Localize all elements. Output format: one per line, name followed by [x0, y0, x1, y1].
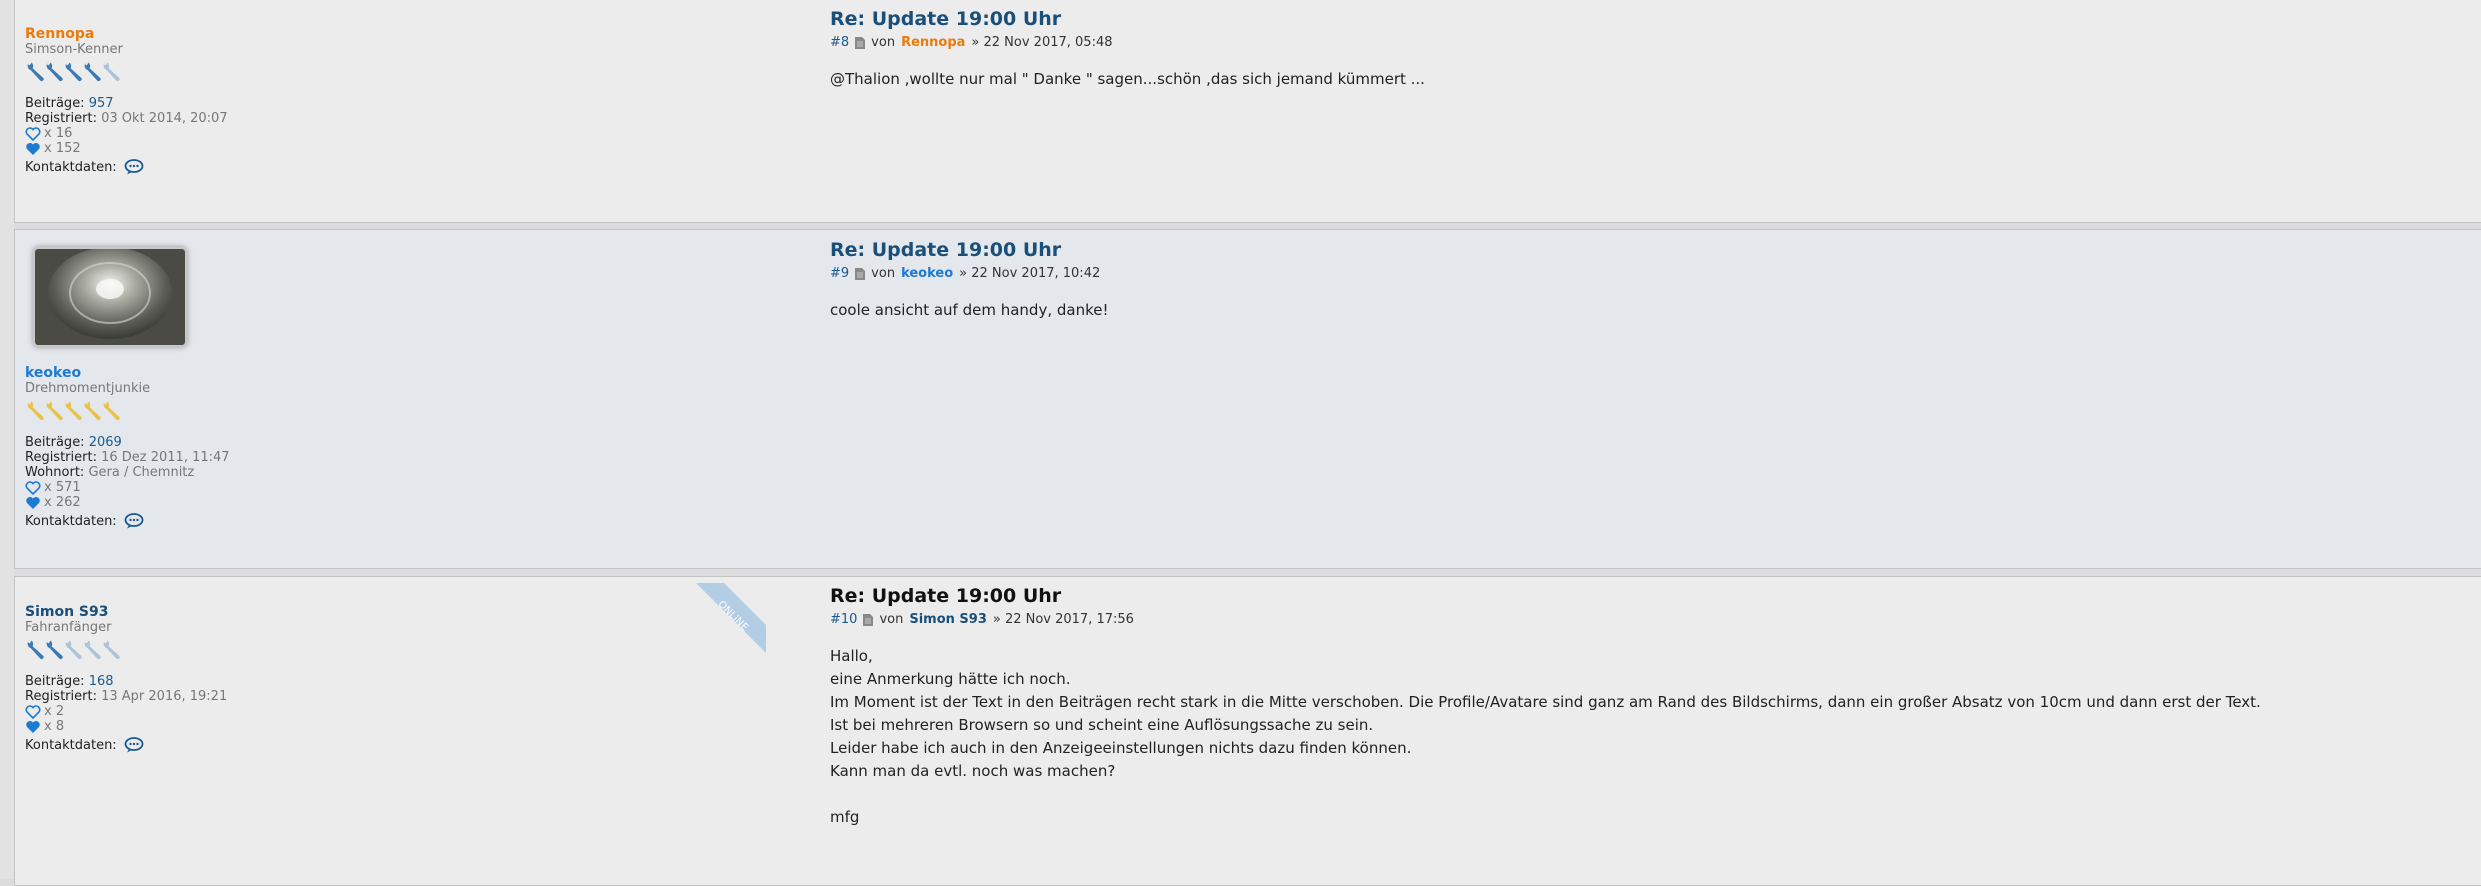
- stat-posts: Beiträge: 2069: [25, 435, 122, 450]
- post-profile-10: Simon S93 Fahranfänger Beiträge: 168 Reg…: [25, 604, 227, 753]
- user-rank: Drehmomentjunkie: [25, 381, 151, 396]
- user-rank: Fahranfänger: [25, 620, 112, 635]
- wrench-icon: [101, 399, 120, 423]
- wrench-icon: [44, 60, 63, 84]
- post-author-link[interactable]: Rennopa: [901, 35, 965, 50]
- stat-registered: Registriert: 03 Okt 2014, 20:07: [25, 111, 228, 126]
- heart-outline-icon: [25, 481, 41, 495]
- heart-outline-icon: [25, 705, 41, 719]
- avatar-image: [35, 249, 185, 345]
- wrench-icon: [25, 638, 44, 662]
- content-line: Ist bei mehreren Browsern so und scheint…: [830, 716, 1374, 734]
- likes-received: x 262: [25, 495, 230, 510]
- likes-received: x 152: [25, 141, 228, 156]
- post-date: » 22 Nov 2017, 17:56: [992, 612, 1134, 627]
- post-document-icon: [855, 37, 865, 49]
- post-meta: #8 von Rennopa » 22 Nov 2017, 05:48: [830, 35, 1113, 50]
- heart-solid-icon: [25, 720, 41, 734]
- chat-bubble-icon[interactable]: [124, 513, 144, 529]
- wrench-icon: [63, 638, 82, 662]
- post-profile-9: keokeo Drehmomentjunkie Beiträge: 2069 R…: [25, 247, 230, 529]
- post-document-icon: [863, 614, 873, 626]
- post-author-link[interactable]: keokeo: [901, 266, 953, 281]
- post-body-9: Re: Update 19:00 Uhr #9 von keokeo » 22 …: [830, 239, 1108, 322]
- wrench-icon: [101, 60, 120, 84]
- heart-solid-icon: [25, 142, 41, 156]
- post-content: Hallo, eine Anmerkung hätte ich noch. Im…: [830, 645, 2261, 829]
- content-line: mfg: [830, 808, 860, 826]
- post-body-10: Re: Update 19:00 Uhr #10 von Simon S93 »…: [830, 585, 2261, 829]
- post-9: [14, 229, 2481, 569]
- heart-outline-icon: [25, 127, 41, 141]
- post-title-link[interactable]: Re: Update 19:00 Uhr: [830, 8, 1061, 30]
- wrench-icon: [63, 399, 82, 423]
- post-number-link[interactable]: #8: [830, 35, 849, 50]
- post-author-link[interactable]: Simon S93: [909, 612, 987, 627]
- likes-given: x 571: [25, 480, 230, 495]
- stat-registered: Registriert: 16 Dez 2011, 11:47: [25, 450, 230, 465]
- online-ribbon: ONLINE: [696, 583, 766, 653]
- wrench-icon: [82, 60, 101, 84]
- wrench-icon: [25, 60, 44, 84]
- username-link[interactable]: Simon S93: [25, 604, 227, 620]
- contact-row: Kontaktdaten:: [25, 737, 227, 753]
- stat-posts: Beiträge: 168: [25, 674, 114, 689]
- posts-count-link[interactable]: 2069: [89, 435, 122, 450]
- posts-count-link[interactable]: 957: [89, 96, 114, 111]
- rank-wrenches: [25, 399, 230, 425]
- wrench-icon: [44, 638, 63, 662]
- chat-bubble-icon[interactable]: [124, 159, 144, 175]
- user-avatar[interactable]: [33, 247, 187, 347]
- post-number-link[interactable]: #9: [830, 266, 849, 281]
- likes-given: x 16: [25, 126, 228, 141]
- content-line: Hallo,: [830, 647, 873, 665]
- post-content: coole ansicht auf dem handy, danke!: [830, 301, 1109, 319]
- likes-received: x 8: [25, 719, 227, 734]
- rank-wrenches: [25, 60, 228, 86]
- post-content: @Thalion ,wollte nur mal " Danke " sagen…: [830, 70, 1425, 88]
- heart-solid-icon: [25, 496, 41, 510]
- post-meta: #9 von keokeo » 22 Nov 2017, 10:42: [830, 266, 1101, 281]
- post-body-8: Re: Update 19:00 Uhr #8 von Rennopa » 22…: [830, 8, 1425, 91]
- posts-count-link[interactable]: 168: [89, 674, 114, 689]
- user-rank: Simson-Kenner: [25, 42, 123, 57]
- post-title-link[interactable]: Re: Update 19:00 Uhr: [830, 585, 1061, 607]
- post-title-link[interactable]: Re: Update 19:00 Uhr: [830, 239, 1061, 261]
- rank-wrenches: [25, 638, 227, 664]
- username-link[interactable]: Rennopa: [25, 26, 228, 42]
- contact-row: Kontaktdaten:: [25, 513, 230, 529]
- content-line: eine Anmerkung hätte ich noch.: [830, 670, 1071, 688]
- contact-row: Kontaktdaten:: [25, 159, 228, 175]
- post-date: » 22 Nov 2017, 10:42: [959, 266, 1101, 281]
- post-date: » 22 Nov 2017, 05:48: [971, 35, 1113, 50]
- chat-bubble-icon[interactable]: [124, 737, 144, 753]
- wrench-icon: [63, 60, 82, 84]
- stat-location: Wohnort: Gera / Chemnitz: [25, 465, 195, 480]
- post-number-link[interactable]: #10: [830, 612, 857, 627]
- wrench-icon: [101, 638, 120, 662]
- stat-registered: Registriert: 13 Apr 2016, 19:21: [25, 689, 228, 704]
- page-left-edge: [0, 0, 14, 879]
- wrench-icon: [82, 638, 101, 662]
- post-document-icon: [855, 268, 865, 280]
- post-meta: #10 von Simon S93 » 22 Nov 2017, 17:56: [830, 612, 1134, 627]
- wrench-icon: [44, 399, 63, 423]
- username-link[interactable]: keokeo: [25, 365, 230, 381]
- content-line: Leider habe ich auch in den Anzeigeeinst…: [830, 739, 1412, 757]
- wrench-icon: [82, 399, 101, 423]
- wrench-icon: [25, 399, 44, 423]
- content-line: Im Moment ist der Text in den Beiträgen …: [830, 693, 2261, 711]
- stat-posts: Beiträge: 957: [25, 96, 114, 111]
- likes-given: x 2: [25, 704, 227, 719]
- post-profile-8: Rennopa Simson-Kenner Beiträge: 957 Regi…: [25, 26, 228, 175]
- content-line: Kann man da evtl. noch was machen?: [830, 762, 1116, 780]
